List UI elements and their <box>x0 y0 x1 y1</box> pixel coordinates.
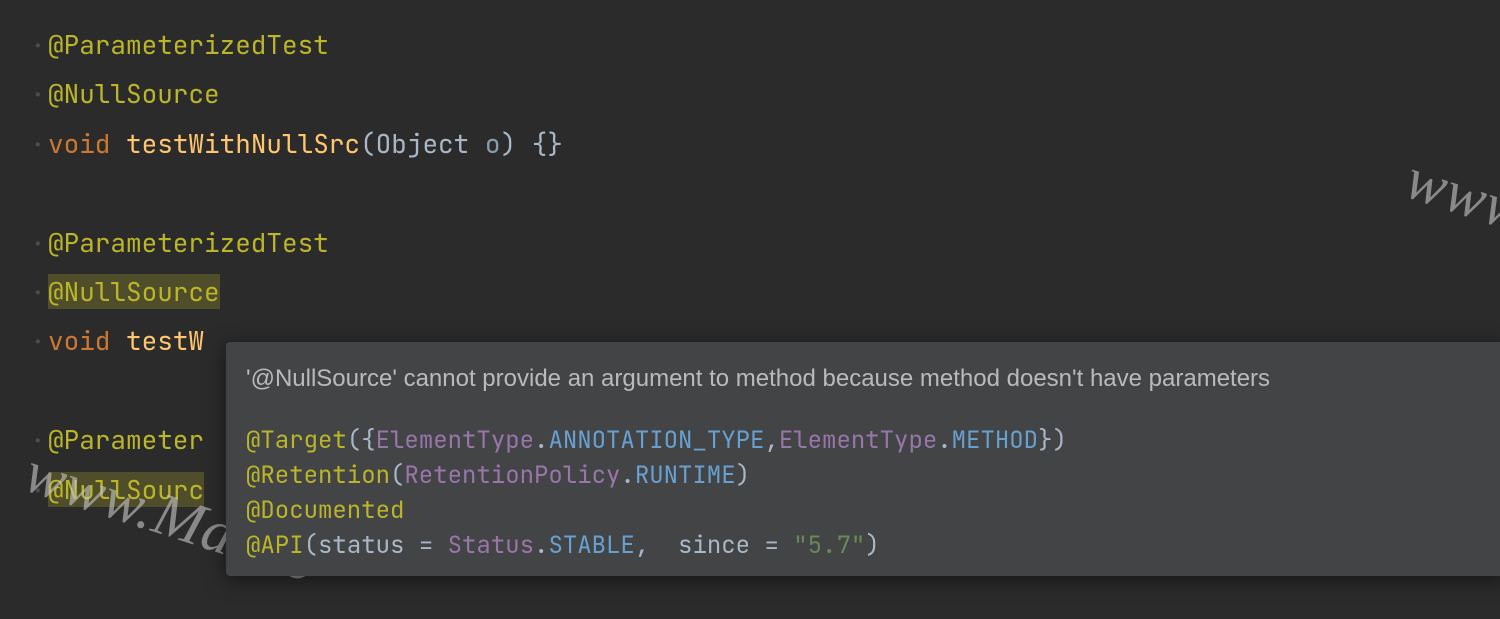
param-name: o <box>485 126 501 161</box>
braces: {} <box>532 126 563 161</box>
code-line[interactable]: ·@ParameterizedTest <box>0 218 1500 267</box>
indent-guide: · <box>30 415 48 464</box>
keyword-void: void <box>48 126 110 161</box>
annotation: @ParameterizedTest <box>48 225 329 260</box>
indent-guide: · <box>30 218 48 267</box>
code-line[interactable]: ·@NullSource <box>0 267 1500 316</box>
annotation: @ParameterizedTest <box>48 27 329 62</box>
paren: ( <box>360 126 376 161</box>
indent-guide: · <box>30 119 48 168</box>
indent-guide: · <box>30 20 48 69</box>
code-line[interactable]: ·@ParameterizedTest <box>0 20 1500 69</box>
tooltip-message: '@NullSource' cannot provide an argument… <box>246 360 1486 398</box>
indent-guide: · <box>30 267 48 316</box>
annotation: @NullSource <box>48 76 220 111</box>
anno-documented: @Documented <box>246 495 404 526</box>
annotation-warning-partial[interactable]: @NullSourc <box>48 472 204 507</box>
anno-api: @API <box>246 530 304 561</box>
param-type: Object <box>376 126 470 161</box>
annotation-warning[interactable]: @NullSource <box>48 274 220 309</box>
method-name-partial: testW <box>126 323 204 358</box>
annotation-partial: @Parameter <box>48 422 204 457</box>
inspection-tooltip[interactable]: '@NullSource' cannot provide an argument… <box>226 342 1500 576</box>
code-line-empty[interactable] <box>0 168 1500 217</box>
code-line[interactable]: ·@NullSource <box>0 69 1500 118</box>
indent-guide: · <box>30 316 48 365</box>
indent-guide: · <box>30 69 48 118</box>
method-name: testWithNullSrc <box>126 126 360 161</box>
keyword-void: void <box>48 323 110 358</box>
anno-target: @Target <box>246 425 347 456</box>
code-line[interactable]: ·void testWithNullSrc(Object o) {} <box>0 119 1500 168</box>
paren: ) <box>500 126 516 161</box>
tooltip-documentation: @Target({ElementType.ANNOTATION_TYPE,Ele… <box>246 424 1486 563</box>
anno-retention: @Retention <box>246 460 390 491</box>
indent-guide: · <box>30 465 48 514</box>
